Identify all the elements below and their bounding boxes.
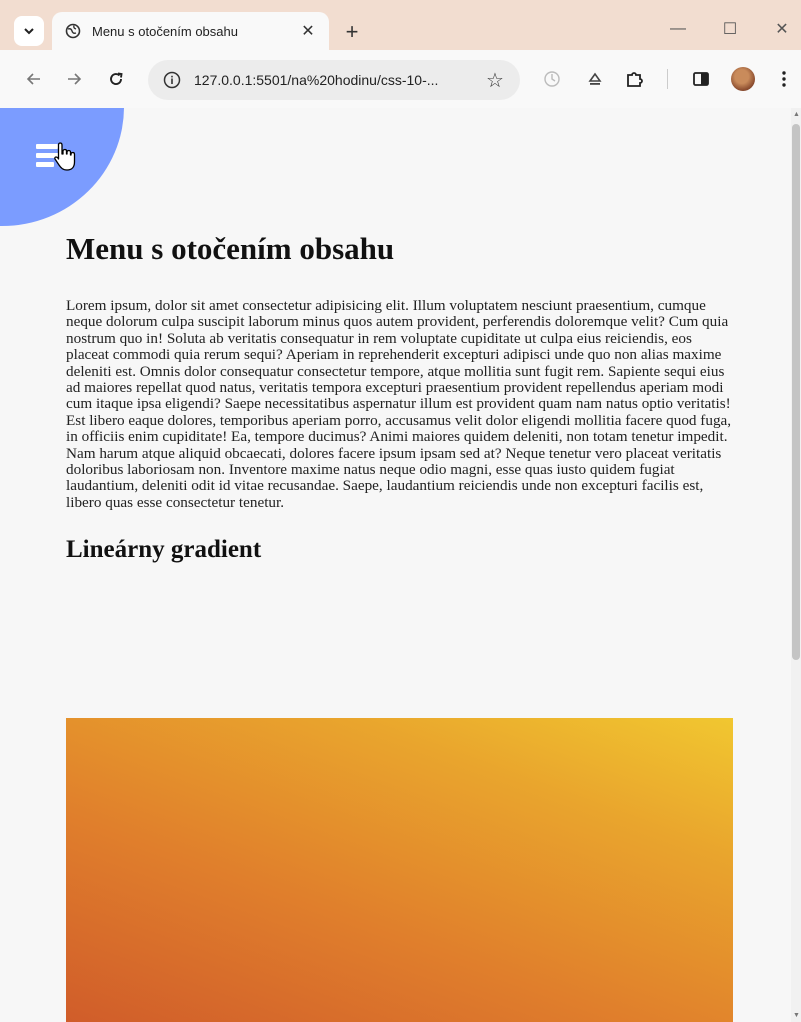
- puzzle-icon[interactable]: [622, 66, 648, 92]
- window-close-button[interactable]: ✕: [764, 14, 800, 44]
- reload-icon: [110, 72, 123, 85]
- star-icon[interactable]: ☆: [484, 69, 506, 92]
- address-bar[interactable]: 127.0.0.1:5501/na%20hodinu/css-10-... ☆: [148, 60, 520, 100]
- linear-gradient-box: [66, 718, 733, 1022]
- tab-strip: Menu s otočením obsahu ✕ + — ☐ ✕: [0, 0, 801, 50]
- hand-pointer-cursor-icon: [54, 142, 76, 171]
- chevron-down-icon: [24, 28, 34, 35]
- tab-search-button[interactable]: [14, 16, 44, 46]
- eject-icon[interactable]: [582, 66, 608, 92]
- forward-button[interactable]: [60, 65, 88, 93]
- toolbar-divider: [667, 69, 668, 89]
- avatar[interactable]: [731, 67, 755, 91]
- info-icon[interactable]: [162, 70, 182, 90]
- side-panel-icon[interactable]: [688, 66, 714, 92]
- browser-toolbar: 127.0.0.1:5501/na%20hodinu/css-10-... ☆: [0, 50, 801, 108]
- browser-tab[interactable]: Menu s otočením obsahu ✕: [52, 12, 329, 50]
- url-text[interactable]: 127.0.0.1:5501/na%20hodinu/css-10-...: [194, 72, 484, 88]
- reload-button[interactable]: [102, 65, 130, 93]
- page-viewport: Menu s otočením obsahu Lorem ipsum, dolo…: [0, 108, 801, 1022]
- back-arrow-icon: [26, 73, 40, 85]
- lorem-paragraph: Lorem ipsum, dolor sit amet consectetur …: [66, 297, 732, 511]
- minimize-button[interactable]: —: [660, 14, 696, 44]
- globe-icon: [64, 22, 82, 40]
- back-button[interactable]: [20, 65, 48, 93]
- scrollbar-thumb[interactable]: [792, 124, 800, 660]
- scroll-down-icon[interactable]: ▼: [793, 1012, 800, 1019]
- article: Menu s otočením obsahu Lorem ipsum, dolo…: [66, 228, 734, 569]
- section-heading: Lineárny gradient: [66, 536, 262, 564]
- kebab-menu-icon[interactable]: [771, 66, 797, 92]
- vertical-scrollbar[interactable]: ▲ ▼: [791, 108, 801, 1022]
- timer-icon[interactable]: [539, 66, 565, 92]
- maximize-button[interactable]: ☐: [712, 14, 748, 44]
- page-title: Menu s otočením obsahu: [66, 231, 395, 266]
- new-tab-button[interactable]: +: [338, 18, 366, 46]
- scroll-up-icon[interactable]: ▲: [793, 111, 800, 118]
- forward-arrow-icon: [68, 73, 82, 85]
- tab-close-button[interactable]: ✕: [299, 22, 317, 40]
- tab-title: Menu s otočením obsahu: [92, 23, 238, 39]
